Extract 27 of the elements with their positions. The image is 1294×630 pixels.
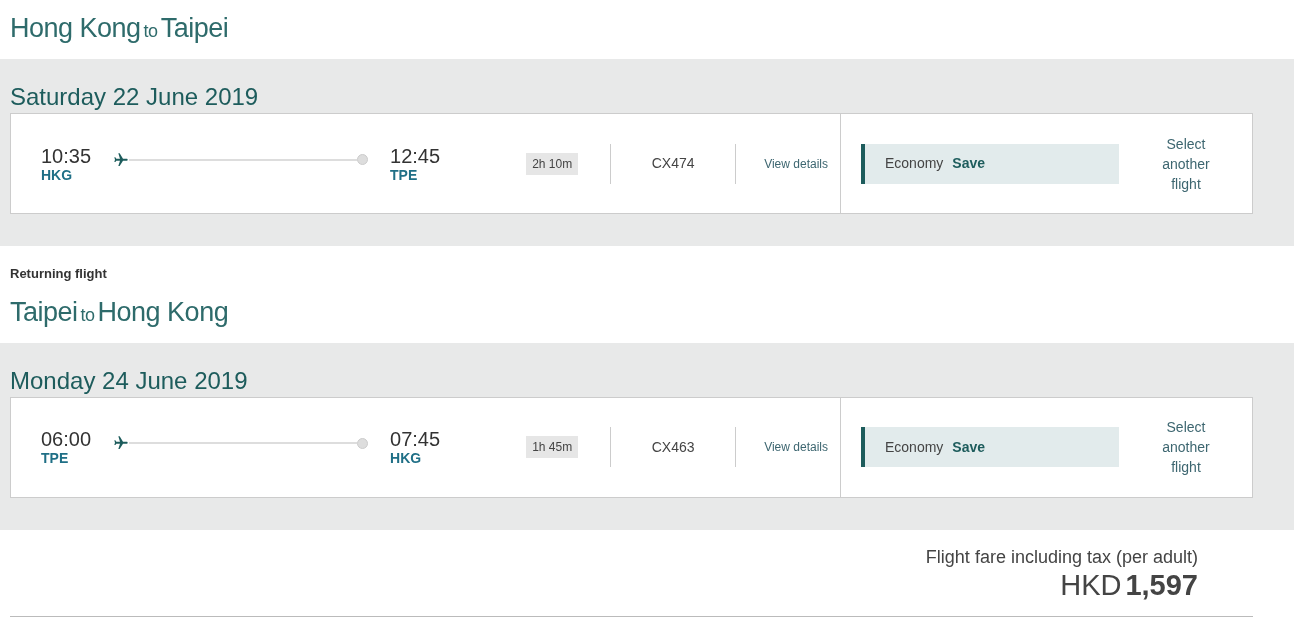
fare-label: Flight fare including tax (per adult)	[924, 545, 1198, 568]
date-heading: Saturday 22 June 2019	[10, 82, 260, 112]
section-label: Returning flight	[9, 265, 108, 283]
route-heading: Taipeito Hong Kong	[9, 295, 230, 329]
duration-tag: 2h 10m	[526, 152, 579, 175]
arrival-time: 12:45	[390, 144, 441, 167]
departure-time: 10:35	[41, 144, 92, 167]
date-heading: Monday 24 June 2019	[10, 365, 249, 396]
select-flight-link[interactable]: Select another flight	[1146, 417, 1226, 477]
departure-time: 06:00	[41, 428, 92, 450]
airport-code: TPE	[390, 166, 419, 183]
details-link[interactable]: View details	[764, 438, 828, 456]
route-heading: Hong KongtoTaipei	[9, 12, 230, 45]
flight-number: CX474	[650, 154, 696, 173]
select-flight-link[interactable]: Select another flight	[1146, 133, 1226, 194]
flight-number: CX463	[650, 437, 696, 457]
fare-option: Economy Save	[861, 427, 1119, 467]
plane-icon	[113, 151, 130, 168]
airport-code: HKG	[41, 166, 74, 183]
fare-option: Economy Save	[861, 143, 1119, 184]
total-price: HKD 1,597	[1059, 567, 1198, 602]
airport-code: TPE	[41, 450, 70, 466]
details-link[interactable]: View details	[764, 154, 828, 173]
arrival-time: 07:45	[390, 428, 441, 450]
plane-icon	[113, 435, 130, 451]
airport-code: HKG	[390, 450, 423, 466]
duration-tag: 1h 45m	[526, 436, 579, 458]
